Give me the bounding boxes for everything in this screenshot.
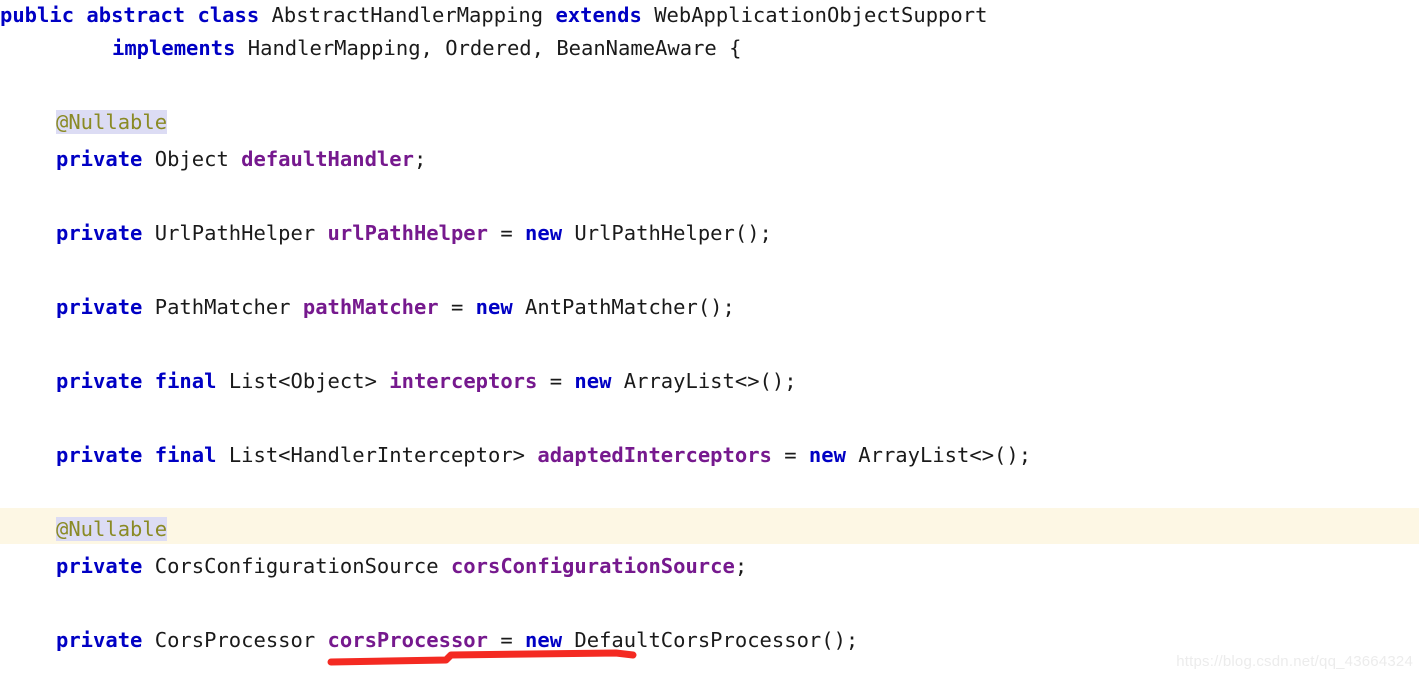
token-type: List<Object> bbox=[228, 369, 377, 393]
code-screenshot: public abstract class AbstractHandlerMap… bbox=[0, 0, 1419, 674]
token-field: urlPathHelper bbox=[327, 221, 488, 245]
token-annotation: @Nullable bbox=[56, 517, 168, 541]
token-field: corsConfigurationSource bbox=[450, 554, 735, 578]
line-nullable-1: @Nullable bbox=[0, 107, 1419, 137]
token-punct: = bbox=[537, 369, 575, 393]
line-cors-configuration-source: private CorsConfigurationSource corsConf… bbox=[0, 551, 1419, 581]
token-field: defaultHandler bbox=[241, 147, 414, 171]
token-type: AbstractHandlerMapping bbox=[271, 3, 544, 27]
token-punct: = bbox=[488, 628, 526, 652]
token-keyword: new bbox=[525, 628, 563, 652]
token-type: AntPathMatcher bbox=[525, 295, 698, 319]
token-type: ArrayList<> bbox=[858, 443, 995, 467]
token-punct: (); bbox=[821, 628, 859, 652]
token-punct: ; bbox=[413, 147, 427, 171]
token-keyword: private bbox=[56, 147, 143, 171]
token-keyword: extends bbox=[555, 3, 642, 27]
token-annotation: @Nullable bbox=[56, 110, 168, 134]
token-keyword: private bbox=[56, 443, 143, 467]
token-keyword: public bbox=[0, 3, 75, 27]
token-keyword: abstract bbox=[86, 3, 186, 27]
token-field: corsProcessor bbox=[327, 628, 488, 652]
token-type: HandlerMapping, Ordered, BeanNameAware { bbox=[247, 36, 742, 60]
token-type: PathMatcher bbox=[154, 295, 291, 319]
token-keyword: private bbox=[56, 628, 143, 652]
token-keyword: final bbox=[154, 443, 217, 467]
token-punct: (); bbox=[759, 369, 797, 393]
token-type: CorsProcessor bbox=[154, 628, 316, 652]
line-default-handler: private Object defaultHandler; bbox=[0, 144, 1419, 174]
token-type: WebApplicationObjectSupport bbox=[654, 3, 988, 27]
token-type: DefaultCorsProcessor bbox=[574, 628, 822, 652]
token-punct: (); bbox=[994, 443, 1032, 467]
token-keyword: private bbox=[56, 295, 143, 319]
line-path-matcher: private PathMatcher pathMatcher = new An… bbox=[0, 292, 1419, 322]
token-punct: = bbox=[488, 221, 526, 245]
line-implements: implements HandlerMapping, Ordered, Bean… bbox=[0, 33, 1419, 63]
token-keyword: private bbox=[56, 221, 143, 245]
token-keyword: final bbox=[154, 369, 217, 393]
token-keyword: new bbox=[475, 295, 513, 319]
token-punct: = bbox=[438, 295, 476, 319]
token-type: Object bbox=[154, 147, 229, 171]
token-punct: = bbox=[771, 443, 809, 467]
line-class-declaration: public abstract class AbstractHandlerMap… bbox=[0, 0, 1419, 30]
token-keyword: private bbox=[56, 554, 143, 578]
token-keyword: new bbox=[808, 443, 846, 467]
token-keyword: new bbox=[574, 369, 612, 393]
line-cors-processor: private CorsProcessor corsProcessor = ne… bbox=[0, 625, 1419, 655]
token-type: UrlPathHelper bbox=[154, 221, 316, 245]
token-keyword: class bbox=[197, 3, 260, 27]
line-url-path-helper: private UrlPathHelper urlPathHelper = ne… bbox=[0, 218, 1419, 248]
token-field: adaptedInterceptors bbox=[537, 443, 772, 467]
token-punct: (); bbox=[697, 295, 735, 319]
token-type: UrlPathHelper bbox=[574, 221, 735, 245]
csdn-watermark: https://blog.csdn.net/qq_43664324 bbox=[1176, 653, 1413, 670]
token-punct: (); bbox=[734, 221, 772, 245]
token-keyword: private bbox=[56, 369, 143, 393]
token-punct: ; bbox=[734, 554, 748, 578]
line-interceptors: private final List<Object> interceptors … bbox=[0, 366, 1419, 396]
token-type: List<HandlerInterceptor> bbox=[228, 443, 526, 467]
token-keyword: new bbox=[525, 221, 563, 245]
token-keyword: implements bbox=[112, 36, 236, 60]
line-nullable-2: @Nullable bbox=[0, 514, 1419, 544]
line-adapted-interceptors: private final List<HandlerInterceptor> a… bbox=[0, 440, 1419, 470]
token-field: pathMatcher bbox=[302, 295, 439, 319]
token-type: ArrayList<> bbox=[623, 369, 760, 393]
token-type: CorsConfigurationSource bbox=[154, 554, 439, 578]
token-field: interceptors bbox=[389, 369, 538, 393]
